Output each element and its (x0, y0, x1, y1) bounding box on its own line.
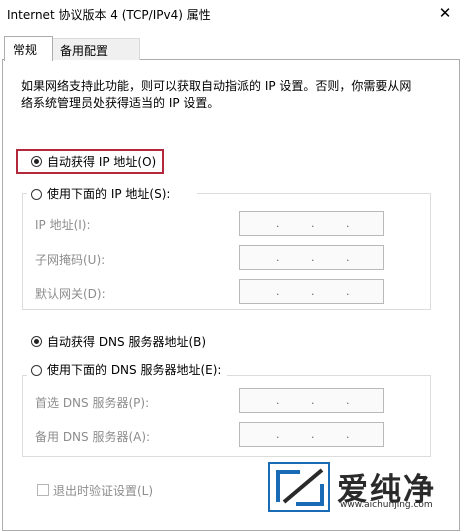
ip-address-input[interactable]: ... (239, 211, 384, 236)
subnet-mask-input[interactable]: ... (239, 245, 384, 270)
description-text: 如果网络支持此功能，则可以获取自动指派的 IP 设置。否则，你需要从网 络系统管… (21, 78, 431, 112)
subnet-mask-label: 子网掩码(U): (35, 253, 106, 267)
description-line-2: 络系统管理员处获得适当的 IP 设置。 (21, 96, 220, 110)
manual-ip-radio[interactable] (31, 189, 42, 200)
tab-alternate-config[interactable]: 备用配置 (52, 38, 140, 60)
ip-address-label: IP 地址(I): (35, 218, 91, 232)
watermark-logo (268, 462, 330, 512)
auto-ip-label[interactable]: 自动获得 IP 地址(O) (47, 153, 156, 170)
auto-dns-label[interactable]: 自动获得 DNS 服务器地址(B) (47, 333, 206, 350)
preferred-dns-label: 首选 DNS 服务器(P): (35, 396, 150, 410)
watermark-url: www.aichunjing.com (340, 500, 433, 510)
close-icon[interactable]: ✕ (436, 4, 454, 22)
tab-general-label: 常规 (13, 43, 38, 57)
manual-ip-label[interactable]: 使用下面的 IP 地址(S): (47, 185, 170, 202)
manual-dns-radio[interactable] (31, 365, 42, 376)
default-gateway-input[interactable]: ... (239, 279, 384, 304)
alternate-dns-input[interactable]: ... (239, 422, 384, 447)
tab-alternate-config-label: 备用配置 (60, 44, 109, 58)
preferred-dns-input[interactable]: ... (239, 388, 384, 413)
auto-ip-radio[interactable] (31, 156, 42, 167)
alternate-dns-label: 备用 DNS 服务器(A): (35, 430, 151, 444)
watermark-logo-icon (276, 468, 324, 506)
validate-label: 退出时验证设置(L) (53, 484, 154, 498)
tab-general[interactable]: 常规 (4, 36, 53, 61)
manual-dns-label[interactable]: 使用下面的 DNS 服务器地址(E): (47, 361, 221, 378)
window-title: Internet 协议版本 4 (TCP/IPv4) 属性 (7, 8, 211, 22)
description-line-1: 如果网络支持此功能，则可以获取自动指派的 IP 设置。否则，你需要从网 (21, 79, 412, 93)
validate-checkbox[interactable] (37, 484, 49, 496)
default-gateway-label: 默认网关(D): (35, 287, 106, 301)
auto-dns-radio[interactable] (31, 336, 42, 347)
